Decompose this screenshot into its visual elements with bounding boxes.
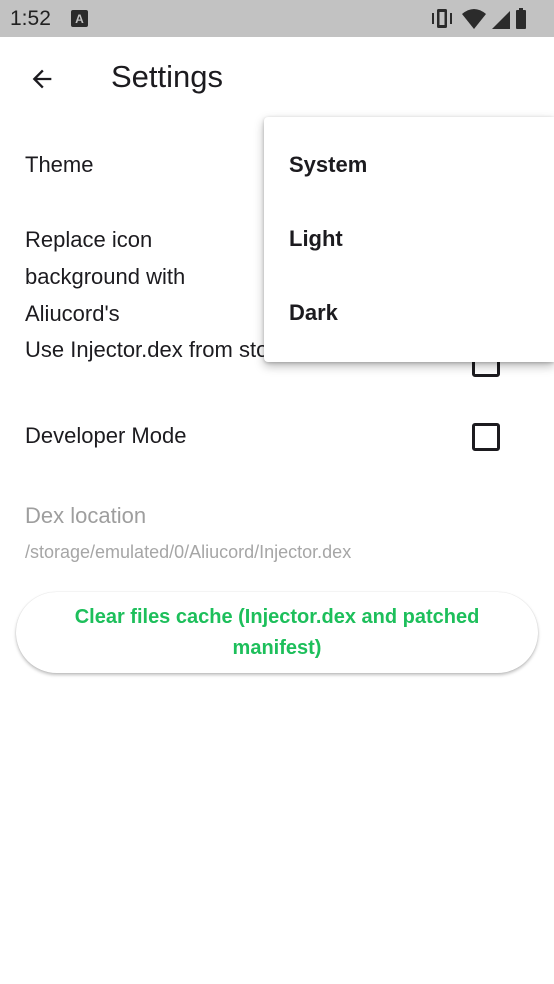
developer-mode-label: Developer Mode xyxy=(25,423,187,448)
clear-cache-button[interactable]: Clear files cache (Injector.dex and patc… xyxy=(16,592,538,673)
notification-icon: A xyxy=(71,10,88,27)
arrow-left-icon xyxy=(32,69,52,89)
back-button[interactable] xyxy=(20,57,64,101)
clear-cache-label: Clear files cache (Injector.dex and patc… xyxy=(74,605,480,659)
wifi-icon xyxy=(462,9,486,29)
injector-setting-label[interactable]: Use Injector.dex from storage xyxy=(25,332,270,368)
battery-icon xyxy=(516,8,526,29)
dex-location-path: /storage/emulated/0/Aliucord/Injector.de… xyxy=(25,542,352,562)
theme-option-dark[interactable]: Dark xyxy=(264,276,554,350)
theme-option-light[interactable]: Light xyxy=(264,202,554,276)
status-time: 1:52 xyxy=(10,7,51,30)
dex-location-title: Dex location xyxy=(25,503,147,528)
status-bar: 1:52 A xyxy=(0,0,554,37)
theme-dropdown-menu: System Light Dark xyxy=(264,117,554,362)
page-title: Settings xyxy=(111,59,224,94)
theme-option-system[interactable]: System xyxy=(264,128,554,202)
vibrate-icon xyxy=(432,9,452,28)
app-bar: Settings xyxy=(0,37,554,122)
status-icons xyxy=(432,8,526,29)
theme-setting-label[interactable]: Theme xyxy=(25,147,93,183)
replace-icon-setting-label[interactable]: Replace icon background with Aliucord's xyxy=(25,221,270,332)
developer-mode-checkbox[interactable] xyxy=(472,423,500,451)
signal-icon xyxy=(492,11,510,29)
